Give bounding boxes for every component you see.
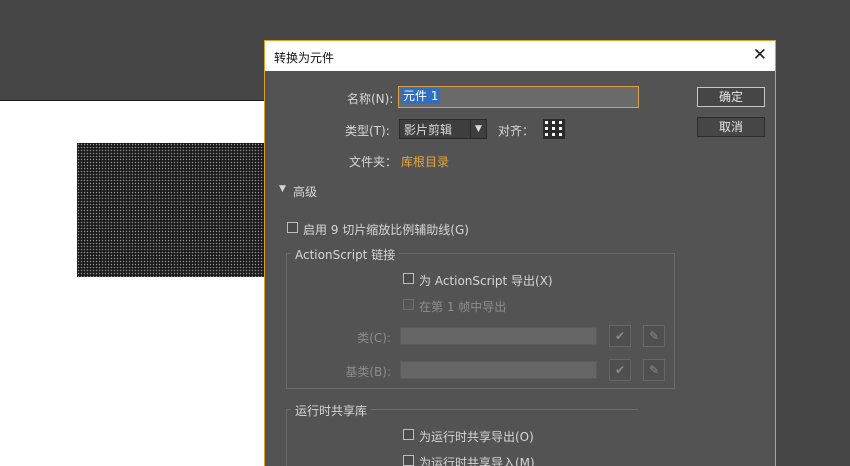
symbol-type-select[interactable]: 影片剪辑 ▼ <box>399 119 487 139</box>
dialog-titlebar: 转换为元件 ✕ <box>265 41 775 71</box>
name-label: 名称(N): <box>347 92 394 106</box>
symbol-name-value: 元件 1 <box>401 88 441 104</box>
enable-9-slice-checkbox[interactable] <box>287 222 298 233</box>
cancel-button[interactable]: 取消 <box>697 117 765 137</box>
export-actionscript-checkbox[interactable] <box>403 273 414 284</box>
runtime-import-label[interactable]: 为运行时共享导入(M) <box>419 454 535 466</box>
registration-grid-icon[interactable] <box>543 119 565 139</box>
folder-link[interactable]: 库根目录 <box>401 153 449 170</box>
export-actionscript-label[interactable]: 为 ActionScript 导出(X) <box>419 272 553 289</box>
symbol-name-input[interactable]: 元件 1 <box>398 86 639 108</box>
dialog-title: 转换为元件 <box>274 51 335 65</box>
runtime-shared-library-legend: 运行时共享库 <box>291 402 372 419</box>
runtime-export-checkbox[interactable] <box>403 429 414 440</box>
chevron-down-icon: ▼ <box>470 120 486 138</box>
check-icon: ✔ <box>609 359 631 381</box>
runtime-import-checkbox[interactable] <box>403 455 414 466</box>
runtime-export-label[interactable]: 为运行时共享导出(O) <box>419 428 534 445</box>
selected-bitmap-pattern[interactable] <box>77 143 267 277</box>
enable-9-slice-label[interactable]: 启用 9 切片缩放比例辅助线(G) <box>303 221 469 238</box>
convert-to-symbol-dialog: 转换为元件 ✕ 名称(N): 元件 1 类型(T): 影片剪辑 ▼ 对齐： 文件… <box>264 40 776 466</box>
triangle-down-icon[interactable]: ▼ <box>279 184 286 194</box>
close-icon[interactable]: ✕ <box>753 45 767 65</box>
folder-label: 文件夹： <box>349 155 398 169</box>
base-class-input <box>400 361 597 379</box>
symbol-type-value: 影片剪辑 <box>404 123 453 137</box>
pencil-icon: ✎ <box>643 359 665 381</box>
base-class-label: 基类(B): <box>345 365 391 379</box>
actionscript-linkage-legend: ActionScript 链接 <box>291 246 400 263</box>
ok-button[interactable]: 确定 <box>697 87 765 107</box>
class-input <box>400 327 597 345</box>
advanced-toggle[interactable]: 高级 <box>293 183 317 200</box>
type-label: 类型(T): <box>345 124 390 138</box>
export-frame1-label: 在第 1 帧中导出 <box>419 300 507 314</box>
align-label: 对齐： <box>498 124 535 138</box>
pencil-icon: ✎ <box>643 325 665 347</box>
class-label: 类(C): <box>357 331 391 345</box>
check-icon: ✔ <box>609 325 631 347</box>
export-frame1-checkbox <box>403 299 414 310</box>
